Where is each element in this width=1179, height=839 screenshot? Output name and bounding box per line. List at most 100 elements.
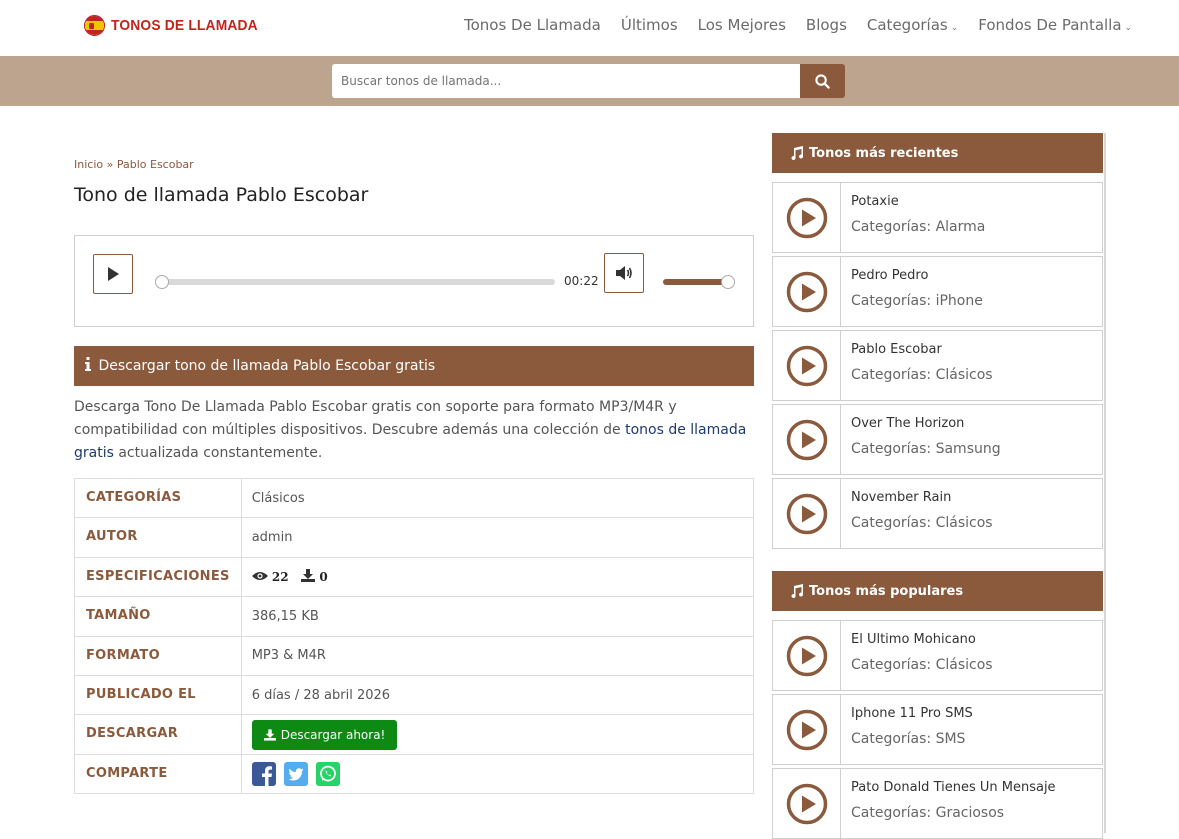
ringtone-name[interactable]: Potaxie	[851, 194, 985, 209]
nav-tonos-de-llamada[interactable]: Tonos De Llamada	[464, 16, 601, 34]
breadcrumb-home[interactable]: Inicio	[74, 158, 103, 171]
mute-button[interactable]	[604, 253, 644, 293]
play-icon	[108, 267, 119, 281]
download-section-title: Descargar tono de llamada Pablo Escobar …	[98, 358, 436, 374]
nav-fondos-de-pantalla[interactable]: Fondos De Pantalla ⌄	[978, 16, 1132, 34]
table-row: TAMAÑO 386,15 KB	[74, 596, 755, 637]
progress-track[interactable]	[157, 279, 555, 285]
nav-ultimos[interactable]: Últimos	[621, 16, 678, 34]
card-play-button[interactable]	[773, 331, 841, 400]
download-section-header: Descargar tono de llamada Pablo Escobar …	[74, 346, 754, 386]
value-especificaciones: 22 0	[240, 556, 755, 598]
nav-categorias-label: Categorías	[866, 16, 948, 34]
table-row: COMPARTE	[74, 753, 755, 795]
info-icon	[85, 357, 91, 371]
nav-categorias[interactable]: Categorías ⌄	[867, 16, 958, 34]
downloads-count: 0	[319, 569, 328, 584]
ringtone-category: Categorías: iPhone	[851, 293, 983, 309]
download-now-label: Descargar ahora!	[280, 727, 386, 742]
music-note-icon	[791, 584, 804, 598]
volume-thumb[interactable]	[721, 275, 735, 289]
ringtone-card[interactable]: Pato Donald Tienes Un Mensaje Categorías:…	[772, 768, 1103, 839]
site-logo[interactable]: TONOS DE LLAMADA	[84, 15, 271, 36]
nav-los-mejores[interactable]: Los Mejores	[698, 16, 786, 34]
recent-section-header: Tonos más recientes	[772, 133, 1103, 173]
ringtone-card[interactable]: Potaxie Categorías: Alarma	[772, 182, 1103, 253]
value-categorias[interactable]: Clásicos	[240, 477, 755, 519]
whatsapp-icon[interactable]	[315, 761, 340, 786]
breadcrumb-separator: »	[106, 158, 114, 171]
music-note-icon	[791, 146, 804, 160]
ringtone-card[interactable]: November Rain Categorías: Clásicos	[772, 478, 1103, 549]
ringtone-name[interactable]: Pato Donald Tienes Un Mensaje	[851, 780, 1056, 795]
ringtone-card[interactable]: Pablo Escobar Categorías: Clásicos	[772, 330, 1103, 401]
table-row: AUTOR admin	[74, 517, 755, 558]
page-title: Tono de llamada Pablo Escobar	[74, 184, 369, 206]
details-table: CATEGORÍAS Clásicos AUTOR admin ESPECIFI…	[74, 477, 755, 795]
ringtone-card[interactable]: Pedro Pedro Categorías: iPhone	[772, 256, 1103, 327]
main-nav: Tonos De Llamada Últimos Los Mejores Blo…	[464, 16, 1152, 34]
card-play-button[interactable]	[773, 405, 841, 474]
table-row: ESPECIFICACIONES 22 0	[74, 556, 755, 598]
breadcrumb-current[interactable]: Pablo Escobar	[117, 158, 194, 171]
ringtone-name[interactable]: Iphone 11 Pro SMS	[851, 706, 973, 721]
card-play-button[interactable]	[773, 621, 841, 690]
card-play-button[interactable]	[773, 183, 841, 252]
ringtone-name[interactable]: November Rain	[851, 490, 993, 505]
eye-icon	[251, 571, 268, 580]
ringtone-category: Categorías: Alarma	[851, 219, 986, 235]
label-formato: FORMATO	[74, 635, 242, 676]
ringtone-card[interactable]: El Ultimo Mohicano Categorías: Clásicos	[772, 620, 1103, 691]
audio-player: 00:22	[74, 235, 754, 327]
ringtone-card[interactable]: Over The Horizon Categorías: Samsung	[772, 404, 1103, 475]
volume-icon	[616, 266, 632, 280]
search-icon	[815, 73, 830, 89]
table-row: PUBLICADO EL 6 días / 28 abril 2026	[74, 674, 755, 716]
label-tamano: TAMAÑO	[74, 596, 242, 637]
description-text: Descarga Tono De Llamada Pablo Escobar g…	[74, 399, 677, 438]
chevron-down-icon: ⌄	[950, 23, 959, 33]
nav-fondos-label: Fondos De Pantalla	[978, 16, 1122, 34]
download-icon	[301, 568, 316, 582]
ringtone-category: Categorías: Samsung	[851, 441, 1001, 457]
value-descargar: Descargar ahora!	[240, 714, 755, 755]
facebook-icon[interactable]	[251, 761, 276, 786]
ringtone-name[interactable]: Over The Horizon	[851, 416, 1001, 431]
value-formato: MP3 & M4R	[240, 635, 755, 676]
card-play-button[interactable]	[773, 257, 841, 326]
nav-blogs[interactable]: Blogs	[806, 16, 847, 34]
card-play-button[interactable]	[773, 479, 841, 548]
search-button[interactable]	[800, 64, 845, 98]
card-play-button[interactable]	[773, 769, 841, 838]
table-row: DESCARGAR Descargar ahora!	[74, 714, 755, 755]
views-count: 22	[271, 569, 289, 584]
logo-text: TONOS DE LLAMADA	[111, 17, 258, 34]
ringtone-category: Categorías: Clásicos	[851, 657, 993, 673]
site-header: TONOS DE LLAMADA Tonos De Llamada Último…	[0, 0, 1179, 56]
ringtone-name[interactable]: Pedro Pedro	[851, 268, 983, 283]
value-comparte	[240, 753, 755, 795]
twitter-icon[interactable]	[283, 761, 308, 786]
search-input[interactable]	[332, 64, 800, 98]
download-now-button[interactable]: Descargar ahora!	[251, 719, 398, 750]
play-circle-icon	[786, 783, 827, 824]
search-band	[0, 56, 1179, 106]
spain-flag-icon	[84, 15, 105, 36]
play-circle-icon	[786, 345, 827, 386]
popular-section-title: Tonos más populares	[809, 583, 964, 599]
value-autor[interactable]: admin	[240, 517, 755, 558]
ringtone-name[interactable]: El Ultimo Mohicano	[851, 632, 993, 647]
ringtone-card[interactable]: Iphone 11 Pro SMS Categorías: SMS	[772, 694, 1103, 765]
value-publicado: 6 días / 28 abril 2026	[240, 674, 755, 716]
download-icon	[263, 728, 276, 741]
card-play-button[interactable]	[773, 695, 841, 764]
ringtone-name[interactable]: Pablo Escobar	[851, 342, 993, 357]
description-text-end: actualizada constantemente.	[113, 445, 323, 461]
chevron-down-icon: ⌄	[1124, 23, 1133, 33]
play-circle-icon	[786, 419, 827, 460]
table-row: CATEGORÍAS Clásicos	[74, 477, 755, 519]
play-circle-icon	[786, 709, 827, 750]
value-tamano: 386,15 KB	[240, 596, 755, 637]
progress-thumb[interactable]	[155, 275, 169, 289]
play-button[interactable]	[93, 254, 133, 294]
